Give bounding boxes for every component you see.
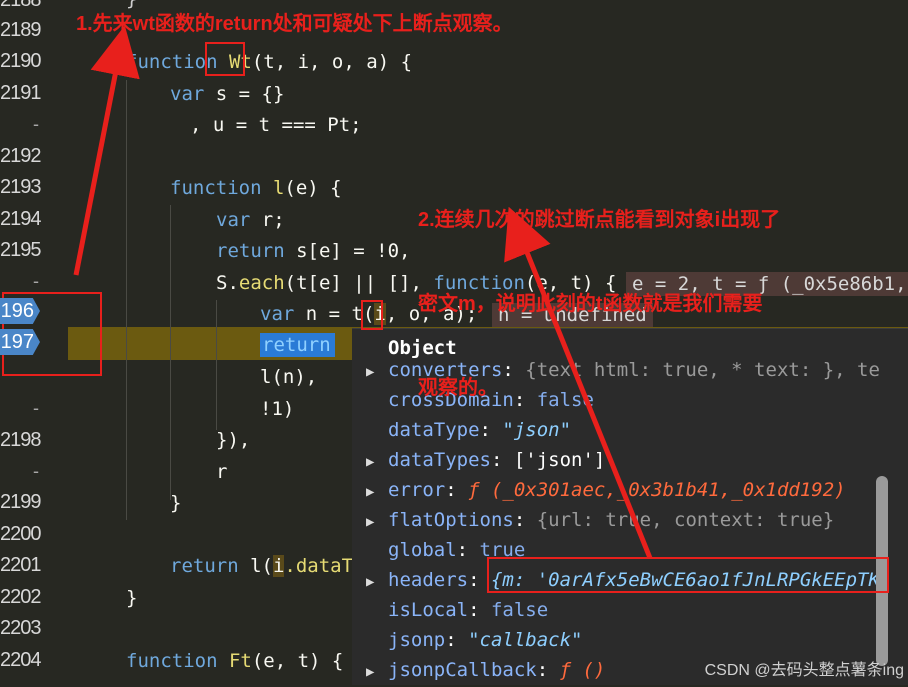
annotation-note-1: 1.先来wt函数的return处和可疑处下上断点观察。 <box>76 13 513 35</box>
watermark: CSDN @去码头整点薯条ing <box>704 662 904 679</box>
annotation-note-2: 2.连续几次的跳过断点能看到对象i出现了 密文m，说明此刻的t函数就是我们需要 … <box>418 209 781 399</box>
breakpoint-marker[interactable]: 197 <box>0 329 40 355</box>
breakpoint-marker[interactable]: 196 <box>0 298 40 324</box>
arrow-to-wt <box>73 25 140 276</box>
